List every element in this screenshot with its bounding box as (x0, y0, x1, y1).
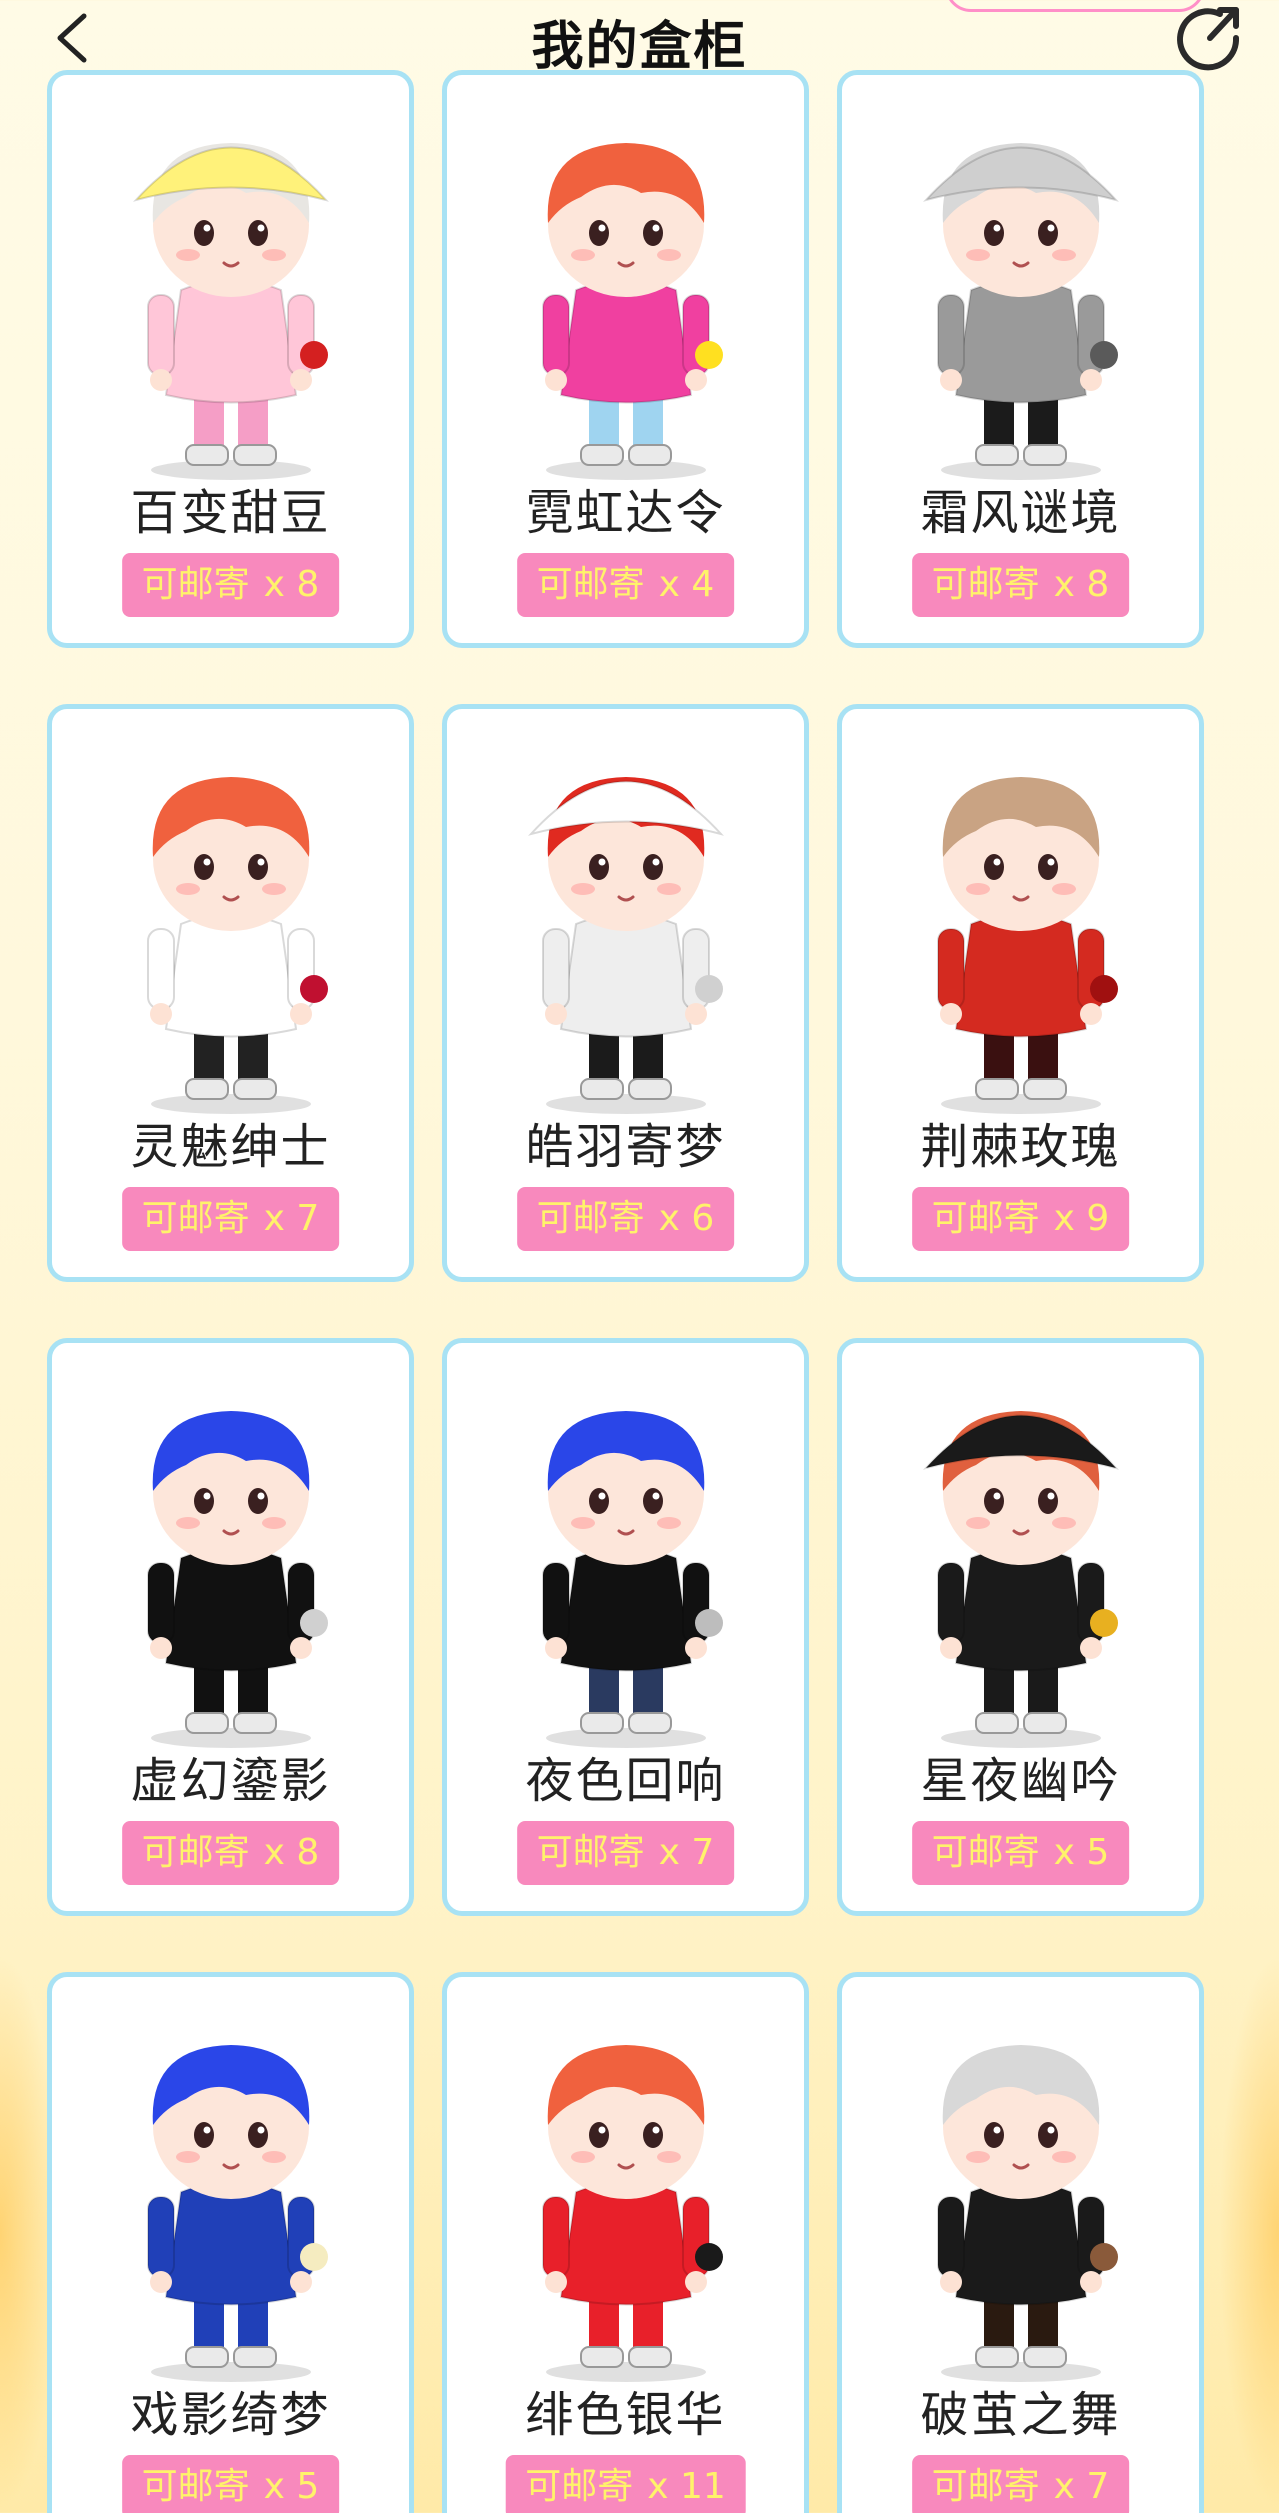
header: 我的盒柜 (0, 0, 1279, 77)
page-title: 我的盒柜 (531, 17, 748, 77)
mailable-label: 可邮寄 (141, 1198, 250, 1239)
figure-name: 绯色银华 (525, 2387, 726, 2443)
figure-image (922, 1411, 1119, 1748)
mailable-count: x 7 (263, 1198, 320, 1239)
figure-name: 星夜幽吟 (920, 1753, 1121, 1809)
figure-image (527, 777, 724, 1114)
mailable-badge: 可邮寄 x 5 (121, 2455, 340, 2513)
mailable-label: 可邮寄 (931, 1198, 1040, 1239)
figure-card[interactable]: 破茧之舞可邮寄 x 7 (837, 1972, 1204, 2513)
share-arrow-icon (1177, 7, 1240, 71)
figure-card[interactable]: 霜风谜境可邮寄 x 8 (837, 70, 1204, 648)
mailable-count: x 5 (263, 2466, 320, 2507)
figure-image (132, 143, 329, 480)
mailable-label: 可邮寄 (141, 564, 250, 605)
figure-image (936, 777, 1118, 1114)
mailable-badge: 可邮寄 x 6 (516, 1187, 735, 1251)
mailable-count: x 7 (1053, 2466, 1110, 2507)
mailable-label: 可邮寄 (931, 1832, 1040, 1873)
figure-card[interactable]: 虚幻鎏影可邮寄 x 8 (47, 1338, 414, 1916)
mailable-label: 可邮寄 (931, 564, 1040, 605)
mailable-label: 可邮寄 (141, 1832, 250, 1873)
mailable-badge: 可邮寄 x 5 (911, 1821, 1130, 1885)
figure-card[interactable]: 绯色银华可邮寄 x 11 (442, 1972, 809, 2513)
figure-card[interactable]: 百变甜豆可邮寄 x 8 (47, 70, 414, 648)
mailable-count: x 11 (647, 2466, 726, 2507)
figure-card[interactable]: 灵魅绅士可邮寄 x 7 (47, 704, 414, 1282)
mailable-badge: 可邮寄 x 7 (516, 1821, 735, 1885)
figure-image (936, 2045, 1118, 2382)
figure-name: 百变甜豆 (130, 485, 331, 541)
figure-image (541, 2045, 723, 2382)
figure-card[interactable]: 夜色回响可邮寄 x 7 (442, 1338, 809, 1916)
figure-image (146, 777, 328, 1114)
collection-grid: 百变甜豆 可邮寄 x 8 霓虹达令 可邮寄 x 4 霜风谜境 可邮寄 x 8 灵魅绅士 可邮寄 x 7… (47, 70, 1207, 2513)
mailable-count: x 4 (658, 564, 715, 605)
figure-name: 戏影绮梦 (130, 2387, 331, 2443)
figure-image (146, 1411, 328, 1748)
figure-card[interactable]: 星夜幽吟可邮寄 x 5 (837, 1338, 1204, 1916)
decorative-glow-right (1219, 1953, 1279, 2513)
mailable-count: x 6 (658, 1198, 715, 1239)
figure-name: 虚幻鎏影 (130, 1753, 331, 1809)
share-button[interactable] (1176, 4, 1244, 72)
mailable-badge: 可邮寄 x 8 (121, 553, 340, 617)
mailable-label: 可邮寄 (525, 2466, 634, 2507)
mailable-count: x 8 (263, 1832, 320, 1873)
figure-name: 霜风谜境 (920, 485, 1121, 541)
mailable-badge: 可邮寄 x 4 (516, 553, 735, 617)
mailable-label: 可邮寄 (931, 2466, 1040, 2507)
mailable-label: 可邮寄 (536, 564, 645, 605)
mailable-label: 可邮寄 (536, 1198, 645, 1239)
figure-name: 荆棘玫瑰 (920, 1119, 1121, 1175)
decorative-pill (945, 0, 1205, 12)
figure-image (541, 1411, 723, 1748)
figure-image (146, 2045, 328, 2382)
mailable-count: x 9 (1053, 1198, 1110, 1239)
figure-name: 皓羽寄梦 (525, 1119, 726, 1175)
figure-name: 霓虹达令 (525, 485, 726, 541)
mailable-count: x 7 (658, 1832, 715, 1873)
mailable-count: x 8 (263, 564, 320, 605)
mailable-label: 可邮寄 (536, 1832, 645, 1873)
mailable-badge: 可邮寄 x 8 (121, 1821, 340, 1885)
figure-image (541, 143, 723, 480)
figure-name: 破茧之舞 (920, 2387, 1121, 2443)
mailable-count: x 5 (1053, 1832, 1110, 1873)
mailable-badge: 可邮寄 x 11 (505, 2455, 746, 2513)
figure-image (922, 143, 1119, 480)
figure-card[interactable]: 霓虹达令可邮寄 x 4 (442, 70, 809, 648)
mailable-count: x 8 (1053, 564, 1110, 605)
mailable-badge: 可邮寄 x 7 (911, 2455, 1130, 2513)
figure-card[interactable]: 皓羽寄梦可邮寄 x 6 (442, 704, 809, 1282)
mailable-badge: 可邮寄 x 7 (121, 1187, 340, 1251)
figure-card[interactable]: 荆棘玫瑰可邮寄 x 9 (837, 704, 1204, 1282)
figure-name: 灵魅绅士 (130, 1119, 331, 1175)
mailable-label: 可邮寄 (141, 2466, 250, 2507)
mailable-badge: 可邮寄 x 8 (911, 553, 1130, 617)
mailable-badge: 可邮寄 x 9 (911, 1187, 1130, 1251)
figure-card[interactable]: 戏影绮梦可邮寄 x 5 (47, 1972, 414, 2513)
figure-name: 夜色回响 (525, 1753, 726, 1809)
